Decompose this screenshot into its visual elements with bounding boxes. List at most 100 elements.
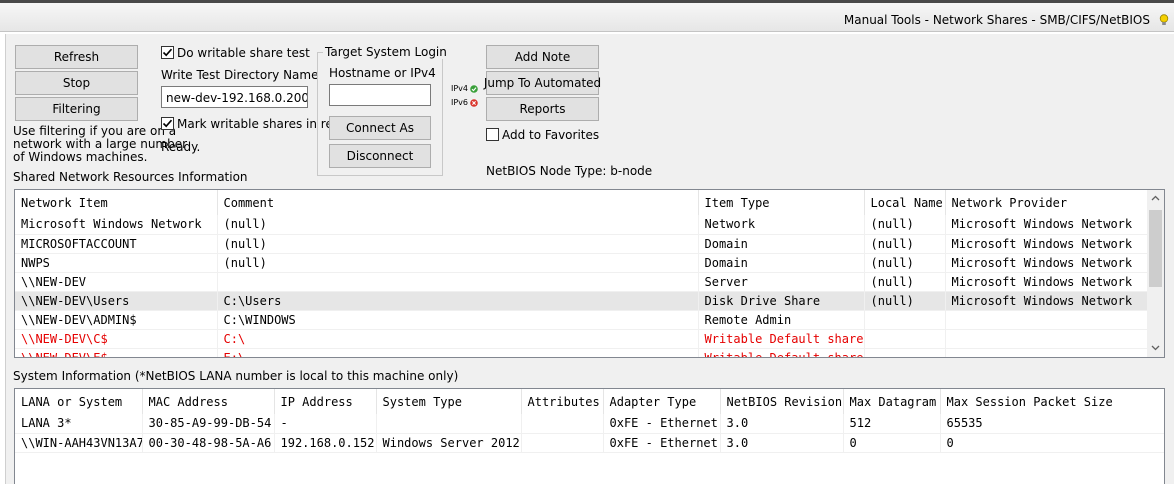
shares-scroll-thumb[interactable] <box>1149 210 1162 287</box>
table-cell: E:\ <box>217 348 699 357</box>
table-cell: 0xFE - Ethernet <box>603 433 721 453</box>
table-cell: Microsoft Windows Network <box>945 272 1149 292</box>
table-cell <box>217 272 699 292</box>
title-bar: Manual Tools - Network Shares - SMB/CIFS… <box>0 3 1174 32</box>
mark-writable-label: Mark writable shares in red <box>177 117 341 131</box>
column-header[interactable]: Max Datagram <box>843 389 941 414</box>
column-header[interactable]: Network Item <box>15 190 218 215</box>
column-header[interactable]: Comment <box>217 190 699 215</box>
shares-vertical-scrollbar[interactable] <box>1147 190 1164 357</box>
table-cell: (null) <box>217 253 699 273</box>
table-cell: C:\Users <box>217 291 699 311</box>
table-cell: \\NEW-DEV\ADMIN$ <box>15 310 218 330</box>
column-header[interactable]: Local Name <box>864 190 946 215</box>
writable-test-checkbox[interactable] <box>161 46 174 59</box>
disconnect-button[interactable]: Disconnect <box>329 144 431 168</box>
table-cell <box>521 414 604 434</box>
table-cell: LANA 3* <box>15 414 143 434</box>
scroll-down-arrow-icon[interactable] <box>1151 345 1160 351</box>
header-row: LANA or System MAC Address IP Address Syste… <box>15 389 1164 414</box>
table-cell: \\NEW-DEV\Users <box>15 291 218 311</box>
sysinfo-table: LANA or System MAC Address IP Address Syste… <box>15 389 1164 453</box>
hostname-input[interactable] <box>329 84 431 106</box>
table-row[interactable]: NWPS (null) Domain (null) Microsoft Windows … <box>15 253 1149 273</box>
sysinfo-grid[interactable]: LANA or System MAC Address IP Address Syste… <box>14 388 1165 484</box>
table-row[interactable]: \\NEW-DEV\ADMIN$ C:\WINDOWS Remote Admin <box>15 310 1149 330</box>
mark-writable-checkbox[interactable] <box>161 117 174 130</box>
write-dir-input[interactable]: new-dev-192.168.0.200 <box>161 86 308 108</box>
table-cell <box>945 348 1149 357</box>
table-cell: C:\ <box>217 329 699 349</box>
status-text: Ready. <box>161 140 201 154</box>
table-cell: Microsoft Windows Network <box>945 234 1149 254</box>
table-cell: 192.168.0.152 <box>274 433 377 453</box>
table-row[interactable]: MICROSOFTACCOUNT (null) Domain (null) Micros… <box>15 234 1149 254</box>
table-cell: C:\WINDOWS <box>217 310 699 330</box>
table-cell <box>521 433 604 453</box>
table-cell <box>945 310 1149 330</box>
table-cell: 0 <box>843 433 941 453</box>
table-cell: 3.0 <box>720 433 844 453</box>
column-header[interactable]: MAC Address <box>142 389 275 414</box>
writable-test-label: Do writable share test <box>177 46 310 60</box>
table-cell: Microsoft Windows Network <box>945 215 1149 235</box>
table-cell: Writable Default share <box>698 329 865 349</box>
column-header[interactable]: Max Session Packet Size <box>940 389 1164 414</box>
table-cell: (null) <box>864 215 946 235</box>
column-header[interactable]: NetBIOS Revision <box>720 389 844 414</box>
column-header[interactable]: System Type <box>376 389 522 414</box>
table-cell: (null) <box>864 291 946 311</box>
table-cell: (null) <box>217 234 699 254</box>
target-login-title: Target System Login <box>323 45 449 59</box>
x-circle-icon <box>470 99 478 107</box>
column-header[interactable]: Item Type <box>698 190 865 215</box>
column-header[interactable]: Adapter Type <box>603 389 721 414</box>
column-header[interactable]: Attributes <box>521 389 604 414</box>
table-cell: Domain <box>698 253 865 273</box>
table-cell: 0xFE - Ethernet <box>603 414 721 434</box>
refresh-button[interactable]: Refresh <box>15 45 138 69</box>
table-row[interactable]: \\NEW-DEV\C$ C:\ Writable Default share <box>15 329 1149 349</box>
table-row[interactable]: Microsoft Windows Network (null) Network (n… <box>15 215 1149 235</box>
table-cell: (null) <box>864 253 946 273</box>
table-row[interactable]: \\NEW-DEV\E$ E:\ Writable Default share <box>15 348 1149 357</box>
checkmark-icon <box>162 48 173 57</box>
table-row[interactable]: \\NEW-DEV Server (null) Microsoft Windows N… <box>15 272 1149 292</box>
sysinfo-section-label: System Information (*NetBIOS LANA number… <box>13 369 459 383</box>
table-cell: Disk Drive Share <box>698 291 865 311</box>
table-cell: (null) <box>864 234 946 254</box>
scroll-up-arrow-icon[interactable] <box>1151 195 1160 201</box>
checkmark-icon <box>162 119 173 128</box>
table-cell: Windows Server 2012 <box>376 433 522 453</box>
column-header[interactable]: IP Address <box>274 389 377 414</box>
table-cell: Microsoft Windows Network <box>945 291 1149 311</box>
table-row[interactable]: \\WIN-AAH43VN13A7 00-30-48-98-5A-A6 192.16… <box>15 433 1164 453</box>
add-note-button[interactable]: Add Note <box>486 45 599 69</box>
header-row: Network Item Comment Item Type Local Name Ne… <box>15 190 1149 215</box>
connect-as-button[interactable]: Connect As <box>329 116 431 140</box>
check-circle-icon <box>470 85 478 93</box>
reports-button[interactable]: Reports <box>486 97 599 121</box>
column-header[interactable]: LANA or System <box>15 389 143 414</box>
table-cell <box>864 348 946 357</box>
table-cell: \\NEW-DEV\E$ <box>15 348 218 357</box>
table-cell: NWPS <box>15 253 218 273</box>
window-title: Manual Tools - Network Shares - SMB/CIFS… <box>843 13 1150 27</box>
shares-grid[interactable]: Network Item Comment Item Type Local Name Ne… <box>14 189 1165 358</box>
add-to-favorites-label: Add to Favorites <box>502 128 600 142</box>
jump-to-automated-button[interactable]: Jump To Automated <box>484 71 601 95</box>
table-row[interactable]: LANA 3* 30-85-A9-99-DB-54- 0xFE - Ethernet… <box>15 414 1164 434</box>
table-cell: Microsoft Windows Network <box>945 253 1149 273</box>
stop-button[interactable]: Stop <box>15 71 138 95</box>
table-cell <box>945 329 1149 349</box>
filtering-button[interactable]: Filtering <box>15 97 138 121</box>
table-row[interactable]: \\NEW-DEV\Users C:\Users Disk Drive Share(… <box>15 291 1149 311</box>
table-cell: Server <box>698 272 865 292</box>
table-cell: Remote Admin <box>698 310 865 330</box>
column-header[interactable]: Network Provider <box>945 190 1149 215</box>
add-to-favorites-checkbox[interactable] <box>486 128 499 141</box>
netbios-node-type: NetBIOS Node Type: b-node <box>486 164 653 178</box>
lightbulb-icon[interactable] <box>1159 14 1169 26</box>
table-cell <box>376 414 522 434</box>
table-cell: \\NEW-DEV\C$ <box>15 329 218 349</box>
